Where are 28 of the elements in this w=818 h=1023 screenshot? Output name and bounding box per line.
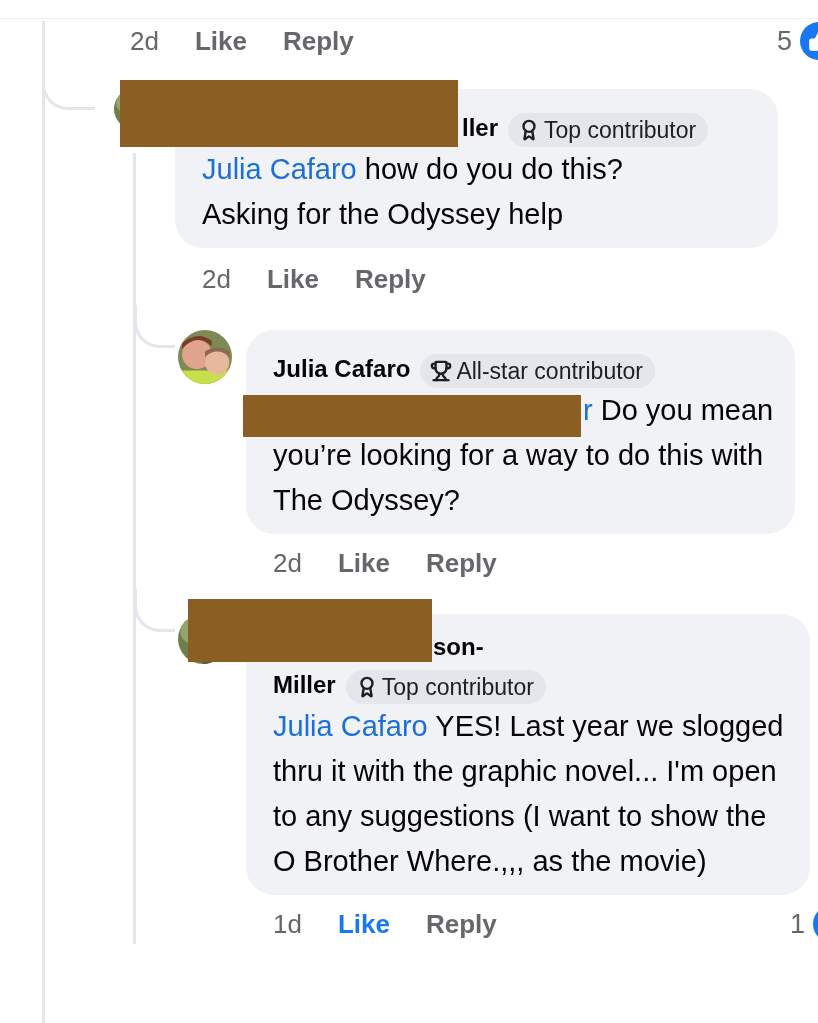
- mention-link[interactable]: Julia Cafaro: [202, 153, 357, 185]
- like-link[interactable]: Like: [266, 263, 319, 295]
- timestamp: 2d: [273, 547, 302, 579]
- reaction-count: 5: [776, 25, 792, 57]
- like-link[interactable]: Like: [194, 25, 247, 57]
- timestamp: 2d: [202, 263, 231, 295]
- reply-link[interactable]: Reply: [282, 25, 354, 57]
- like-link[interactable]: Like: [337, 908, 390, 940]
- trophy-icon: [430, 359, 453, 382]
- contributor-badge: Top contributor: [345, 669, 546, 704]
- contributor-badge: Top contributor: [508, 112, 709, 147]
- reply-link[interactable]: Reply: [425, 547, 497, 579]
- timestamp: 2d: [130, 25, 159, 57]
- author-name[interactable]: son-: [433, 633, 484, 660]
- comment-text: Julia Cafaro YES! Last year we slogged thru it with the graphic novel... I'm open to any suggestions (I want to show the O Brother Where.,,, as the movie): [273, 709, 785, 879]
- author-name[interactable]: ller: [462, 114, 499, 141]
- author-name[interactable]: Julia Cafaro: [273, 355, 411, 382]
- comment-text: r Do you mean you’re looking for a way to do this with The Odyssey?: [273, 393, 775, 518]
- like-link[interactable]: Like: [337, 547, 390, 579]
- timestamp: 1d: [273, 908, 302, 940]
- reply-link[interactable]: Reply: [425, 908, 497, 940]
- reaction-count: 1: [789, 908, 805, 940]
- comment-text: Julia Cafaro how do you do this? Asking for the Odyssey help: [202, 152, 624, 232]
- mention-link[interactable]: r: [583, 394, 593, 426]
- mention-link[interactable]: Julia Cafaro: [273, 710, 428, 742]
- contributor-badge: All-star contributor: [420, 353, 655, 388]
- reply-link[interactable]: Reply: [354, 263, 426, 295]
- author-name[interactable]: Miller: [273, 671, 336, 698]
